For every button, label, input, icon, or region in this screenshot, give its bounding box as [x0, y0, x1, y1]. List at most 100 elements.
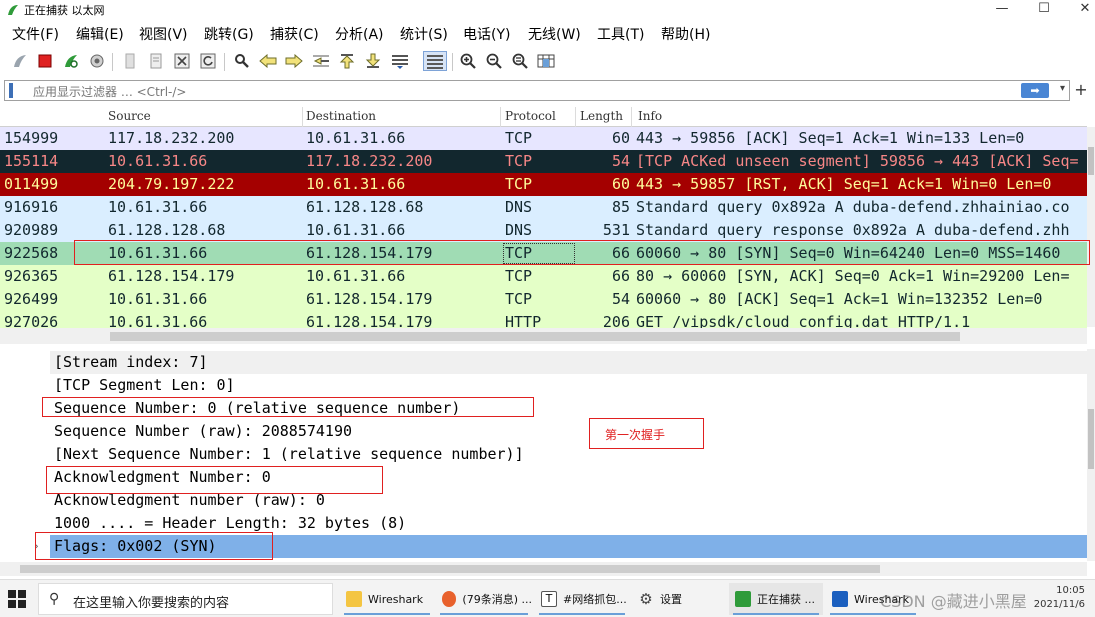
filter-bookmark-icon[interactable]	[9, 83, 13, 98]
colorize-icon[interactable]	[423, 51, 447, 71]
detail-header-length[interactable]: 1000 .... = Header Length: 32 bytes (8)	[54, 512, 406, 535]
menu-tools[interactable]: 工具(T)	[597, 22, 644, 44]
packet-row[interactable]: 155114 10.61.31.66 117.18.232.200 TCP 54 [TCP…	[0, 150, 1087, 173]
go-first-packet-icon[interactable]	[337, 51, 357, 71]
column-divider[interactable]	[500, 107, 501, 127]
packet-list-horizontal-scrollbar[interactable]	[0, 328, 1087, 344]
capture-options-icon[interactable]	[87, 51, 107, 71]
resize-columns-icon[interactable]	[536, 51, 556, 71]
packet-length: 60	[611, 175, 630, 193]
taskbar-item-settings[interactable]: ⚙ 设置	[632, 583, 726, 615]
packet-length: 531	[602, 221, 630, 239]
column-header-protocol[interactable]: Protocol	[505, 109, 556, 123]
menu-statistics[interactable]: 统计(S)	[400, 22, 448, 44]
filter-history-chevron-down-icon[interactable]: ▾	[1060, 83, 1065, 94]
taskbar-item-capturing[interactable]: 正在捕获 ...	[729, 583, 823, 615]
packet-protocol: TCP	[505, 290, 533, 308]
packet-source: 10.61.31.66	[108, 198, 208, 216]
detail-ack-raw[interactable]: Acknowledgment number (raw): 0	[54, 489, 325, 512]
find-packet-icon[interactable]	[232, 51, 252, 71]
menu-file[interactable]: 文件(F)	[12, 22, 59, 44]
packet-source: 10.61.31.66	[108, 290, 208, 308]
detail-ack-number[interactable]: Acknowledgment Number: 0	[54, 466, 271, 489]
toolbar-separator	[112, 53, 113, 71]
packet-list-vertical-scrollbar[interactable]	[1087, 127, 1095, 327]
open-file-icon[interactable]	[120, 51, 140, 71]
column-divider[interactable]	[302, 107, 303, 127]
column-header-destination[interactable]: Destination	[306, 109, 376, 123]
scrollbar-thumb[interactable]	[1088, 409, 1094, 469]
minimize-button[interactable]: —	[979, 0, 1025, 20]
menu-capture[interactable]: 捕获(C)	[270, 22, 319, 44]
packet-row[interactable]: 916916 10.61.31.66 61.128.128.68 DNS 85 Stand…	[0, 196, 1087, 219]
menu-help[interactable]: 帮助(H)	[661, 22, 710, 44]
packet-protocol: TCP	[505, 152, 533, 170]
menu-view[interactable]: 视图(V)	[139, 22, 188, 44]
menu-telephony[interactable]: 电话(Y)	[463, 22, 510, 44]
menu-edit[interactable]: 编辑(E)	[76, 22, 124, 44]
detail-seq-raw[interactable]: Sequence Number (raw): 2088574190	[54, 420, 352, 443]
apply-filter-arrow-icon[interactable]: ➡	[1021, 83, 1049, 98]
restart-capture-icon[interactable]	[61, 51, 81, 71]
maximize-button[interactable]: ☐	[1021, 0, 1067, 20]
detail-stream-index[interactable]: [Stream index: 7]	[50, 351, 1087, 374]
packet-source: 10.61.31.66	[108, 244, 208, 262]
title-bar: 正在捕获 以太网 — ☐ ✕	[0, 0, 1095, 20]
close-button[interactable]: ✕	[1062, 0, 1095, 20]
column-divider[interactable]	[575, 107, 576, 127]
menu-go[interactable]: 跳转(G)	[204, 22, 254, 44]
windows-start-icon[interactable]	[8, 590, 26, 608]
packet-details-vertical-scrollbar[interactable]	[1087, 349, 1095, 561]
flags-expander-chevron-icon[interactable]: ›	[34, 539, 39, 553]
taskbar-search-input[interactable]: 在这里输入你要搜索的内容	[73, 592, 229, 611]
scrollbar-thumb[interactable]	[20, 565, 880, 573]
detail-next-seq[interactable]: [Next Sequence Number: 1 (relative seque…	[54, 443, 524, 466]
save-file-icon[interactable]	[146, 51, 166, 71]
task-label: (79条消息) ...	[462, 593, 532, 606]
packet-protocol: TCP	[505, 175, 533, 193]
column-header-source[interactable]: Source	[108, 109, 151, 123]
reload-file-icon[interactable]	[198, 51, 218, 71]
packet-details-pane: [Stream index: 7] [TCP Segment Len: 0] S…	[0, 349, 1087, 561]
taskbar-item-wireshark-folder[interactable]: Wireshark	[340, 583, 434, 615]
system-tray-clock[interactable]: 10:05 2021/11/6	[1034, 584, 1085, 612]
start-capture-icon[interactable]	[10, 51, 30, 71]
packet-row[interactable]: 920989 61.128.128.68 10.61.31.66 DNS 531 Stan…	[0, 219, 1087, 242]
menu-wireless[interactable]: 无线(W)	[528, 22, 581, 44]
column-divider[interactable]	[631, 107, 632, 127]
packet-row[interactable]: 926499 10.61.31.66 61.128.154.179 TCP 54 6006…	[0, 288, 1087, 311]
column-header-length[interactable]: Length	[580, 109, 623, 123]
packet-row[interactable]: 011499 204.79.197.222 10.61.31.66 TCP 60 443 …	[0, 173, 1087, 196]
auto-scroll-icon[interactable]	[390, 51, 410, 71]
packet-destination: 10.61.31.66	[306, 221, 406, 239]
go-to-packet-icon[interactable]	[311, 51, 331, 71]
go-forward-icon[interactable]	[284, 51, 304, 71]
packet-source: 10.61.31.66	[108, 152, 208, 170]
detail-flags[interactable]: Flags: 0x002 (SYN)	[50, 535, 1087, 558]
menu-analyze[interactable]: 分析(A)	[335, 22, 384, 44]
go-last-packet-icon[interactable]	[363, 51, 383, 71]
packet-row[interactable]: 154999 117.18.232.200 10.61.31.66 TCP 60 443 …	[0, 127, 1087, 150]
close-file-icon[interactable]	[172, 51, 192, 71]
scrollbar-thumb[interactable]	[1088, 147, 1094, 175]
detail-seq-relative[interactable]: Sequence Number: 0 (relative sequence nu…	[54, 397, 460, 420]
packet-list-header: Source Destination Protocol Length Info	[0, 107, 1087, 127]
go-back-icon[interactable]	[258, 51, 278, 71]
packet-row[interactable]: 922568 10.61.31.66 61.128.154.179 TCP 66 6006…	[0, 242, 1087, 265]
normal-size-icon[interactable]	[510, 51, 530, 71]
detail-segment-len[interactable]: [TCP Segment Len: 0]	[54, 374, 235, 397]
zoom-out-icon[interactable]	[484, 51, 504, 71]
scrollbar-thumb[interactable]	[110, 332, 960, 341]
taskbar-item-typora[interactable]: T #网络抓包...	[535, 583, 629, 615]
taskbar-item-firefox[interactable]: (79条消息) ...	[436, 583, 532, 615]
display-filter-input[interactable]: 应用显示过滤器 … <Ctrl-/>	[33, 83, 186, 100]
column-header-info[interactable]: Info	[638, 109, 662, 123]
packet-row[interactable]: 926365 61.128.154.179 10.61.31.66 TCP 66 80 →…	[0, 265, 1087, 288]
add-filter-button[interactable]: +	[1072, 80, 1090, 100]
toolbar-separator	[452, 53, 453, 71]
taskbar-search-box[interactable]: ⚲ 在这里输入你要搜索的内容	[38, 583, 333, 615]
packet-details-horizontal-scrollbar[interactable]	[0, 562, 1087, 576]
stop-capture-icon[interactable]	[35, 51, 55, 71]
zoom-in-icon[interactable]	[458, 51, 478, 71]
packet-protocol: TCP	[505, 267, 533, 285]
